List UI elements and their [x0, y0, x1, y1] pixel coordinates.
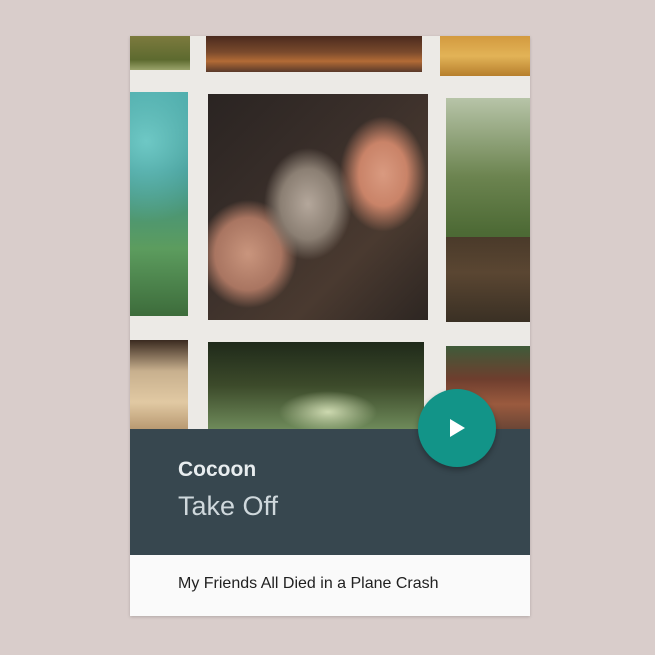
track-title: Take Off [178, 491, 279, 521]
photo-tile [206, 36, 422, 72]
photo-tile [440, 36, 530, 76]
album-title: My Friends All Died in a Plane Crash [178, 575, 439, 592]
photo-tile [446, 98, 530, 322]
album-bar: My Friends All Died in a Plane Crash [130, 555, 530, 616]
photo-tile [130, 92, 188, 316]
play-icon [450, 419, 465, 437]
photo-tile-center [208, 94, 428, 320]
artist-name: Cocoon [178, 458, 257, 481]
photo-tile [130, 36, 190, 70]
photo-tile [208, 342, 424, 429]
play-button[interactable] [418, 389, 496, 467]
photo-tile [130, 340, 188, 429]
album-art-collage [130, 36, 530, 429]
now-playing-card: Cocoon Take Off My Friends All Died in a… [130, 36, 530, 616]
